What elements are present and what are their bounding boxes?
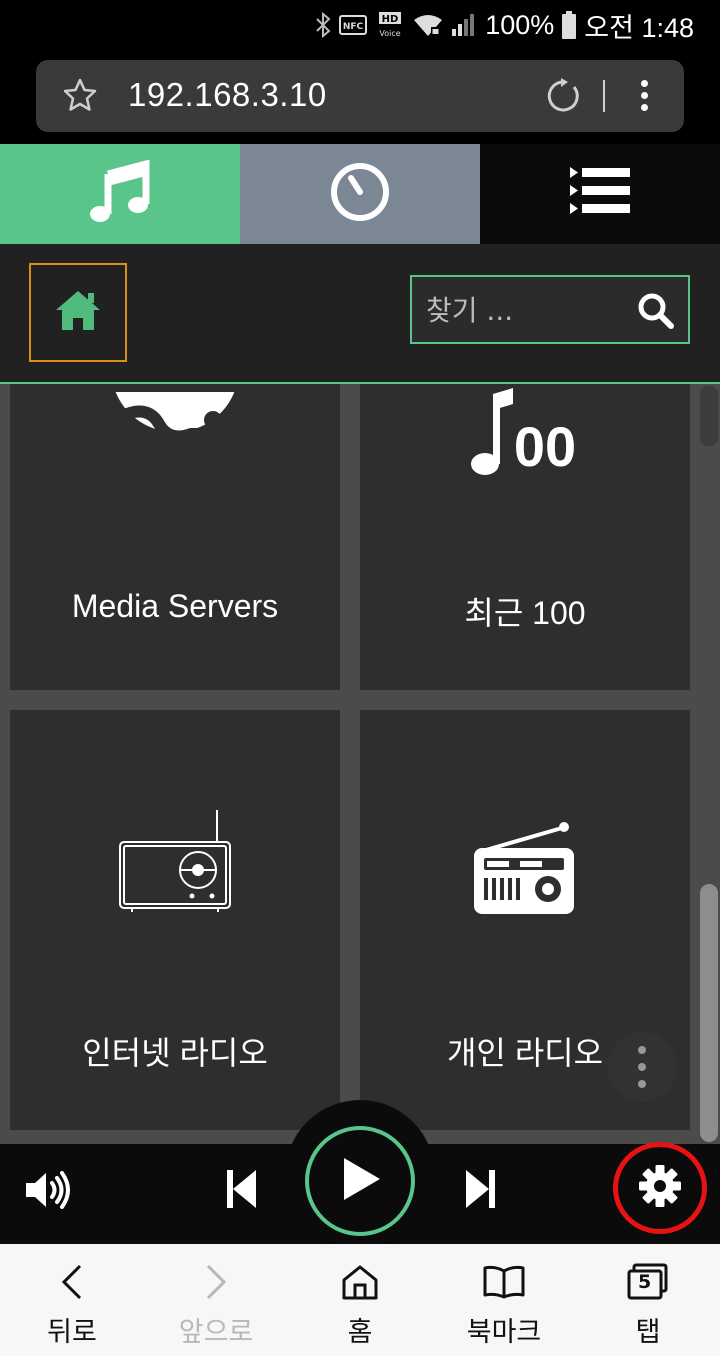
previous-icon[interactable]	[224, 1168, 258, 1215]
nav-back[interactable]: 뒤로	[0, 1244, 144, 1356]
nav-label: 탭	[635, 1317, 661, 1348]
nfc-icon: NFC	[339, 15, 368, 35]
nav-tabs[interactable]: 5 탭	[576, 1244, 720, 1356]
browser-toolbar: 192.168.3.10	[0, 50, 720, 144]
battery-percent: 100%	[485, 9, 555, 40]
settings-button[interactable]	[613, 1142, 707, 1234]
browser-bottom-nav: 뒤로 앞으로 홈 북마크 5 탭	[0, 1244, 720, 1356]
svg-text:Voice: Voice	[380, 29, 401, 38]
nav-label: 북마크	[466, 1317, 542, 1348]
scrollbar-cap	[700, 386, 718, 446]
svg-text:NFC: NFC	[343, 22, 364, 32]
search-box	[410, 275, 690, 344]
hd-voice-icon: HD Voice	[375, 11, 405, 39]
tile-internet-radio[interactable]: 인터넷 라디오	[10, 710, 340, 1130]
tile-label: 인터넷 라디오	[82, 1035, 268, 1071]
nav-label: 앞으로	[178, 1317, 254, 1348]
clock: 오전 1:48	[584, 12, 694, 43]
bluetooth-icon	[315, 12, 331, 38]
next-icon[interactable]	[464, 1168, 498, 1215]
tile-label: Media Servers	[71, 588, 279, 624]
internet-radio-icon	[10, 808, 340, 914]
search-input[interactable]	[426, 289, 626, 331]
library-grid: Media Servers 00 최근 100 인터넷 라디오 개인 라디오	[0, 384, 720, 1144]
play-icon	[338, 1156, 382, 1207]
library-toolbar	[0, 244, 720, 384]
wifi-icon	[413, 13, 443, 37]
nav-forward[interactable]: 앞으로	[144, 1244, 288, 1356]
svg-text:00: 00	[514, 415, 576, 478]
divider	[603, 80, 605, 112]
status-bar: NFC HD Voice 100% 오전 1:48	[0, 0, 720, 50]
personal-radio-icon	[360, 822, 690, 918]
recent-100-icon: 00	[360, 386, 690, 478]
home-outline-icon	[341, 1262, 379, 1302]
tile-label: 최근 100	[464, 595, 586, 631]
tabs-icon: 5	[626, 1262, 670, 1302]
tile-recent-100[interactable]: 00 최근 100	[360, 384, 690, 690]
more-vert-icon[interactable]	[632, 78, 656, 114]
tab-library[interactable]	[0, 144, 240, 244]
music-note-icon	[88, 158, 152, 229]
tab-count: 5	[638, 1271, 652, 1293]
home-icon	[53, 288, 103, 337]
tab-queue[interactable]	[480, 144, 720, 244]
app-tabs	[0, 144, 720, 244]
list-icon	[568, 164, 632, 225]
search-icon[interactable]	[636, 291, 676, 336]
nav-label: 홈	[347, 1317, 373, 1348]
home-button[interactable]	[29, 263, 127, 362]
volume-icon[interactable]	[24, 1170, 72, 1215]
signal-icon	[451, 13, 477, 37]
star-icon[interactable]	[62, 77, 98, 118]
address-bar[interactable]: 192.168.3.10	[36, 60, 684, 132]
url-text[interactable]: 192.168.3.10	[128, 76, 327, 114]
dial-icon	[329, 161, 391, 228]
nav-bookmarks[interactable]: 북마크	[432, 1244, 576, 1356]
svg-text:HD: HD	[382, 14, 399, 25]
status-icons: NFC HD Voice 100% 오전 1:48	[315, 8, 694, 43]
tile-media-servers[interactable]: Media Servers	[10, 384, 340, 690]
more-options-button[interactable]	[607, 1032, 677, 1102]
play-button[interactable]	[305, 1126, 415, 1236]
back-arrow-icon	[60, 1262, 84, 1302]
gear-icon	[638, 1164, 682, 1213]
scrollbar-thumb[interactable]	[700, 884, 718, 1142]
forward-arrow-icon	[204, 1262, 228, 1302]
nav-home[interactable]: 홈	[288, 1244, 432, 1356]
nav-label: 뒤로	[47, 1317, 97, 1348]
media-servers-icon	[10, 384, 340, 496]
tab-now-playing[interactable]	[240, 144, 480, 244]
battery-icon	[562, 11, 577, 39]
book-icon	[483, 1262, 525, 1302]
reload-icon[interactable]	[544, 77, 582, 120]
